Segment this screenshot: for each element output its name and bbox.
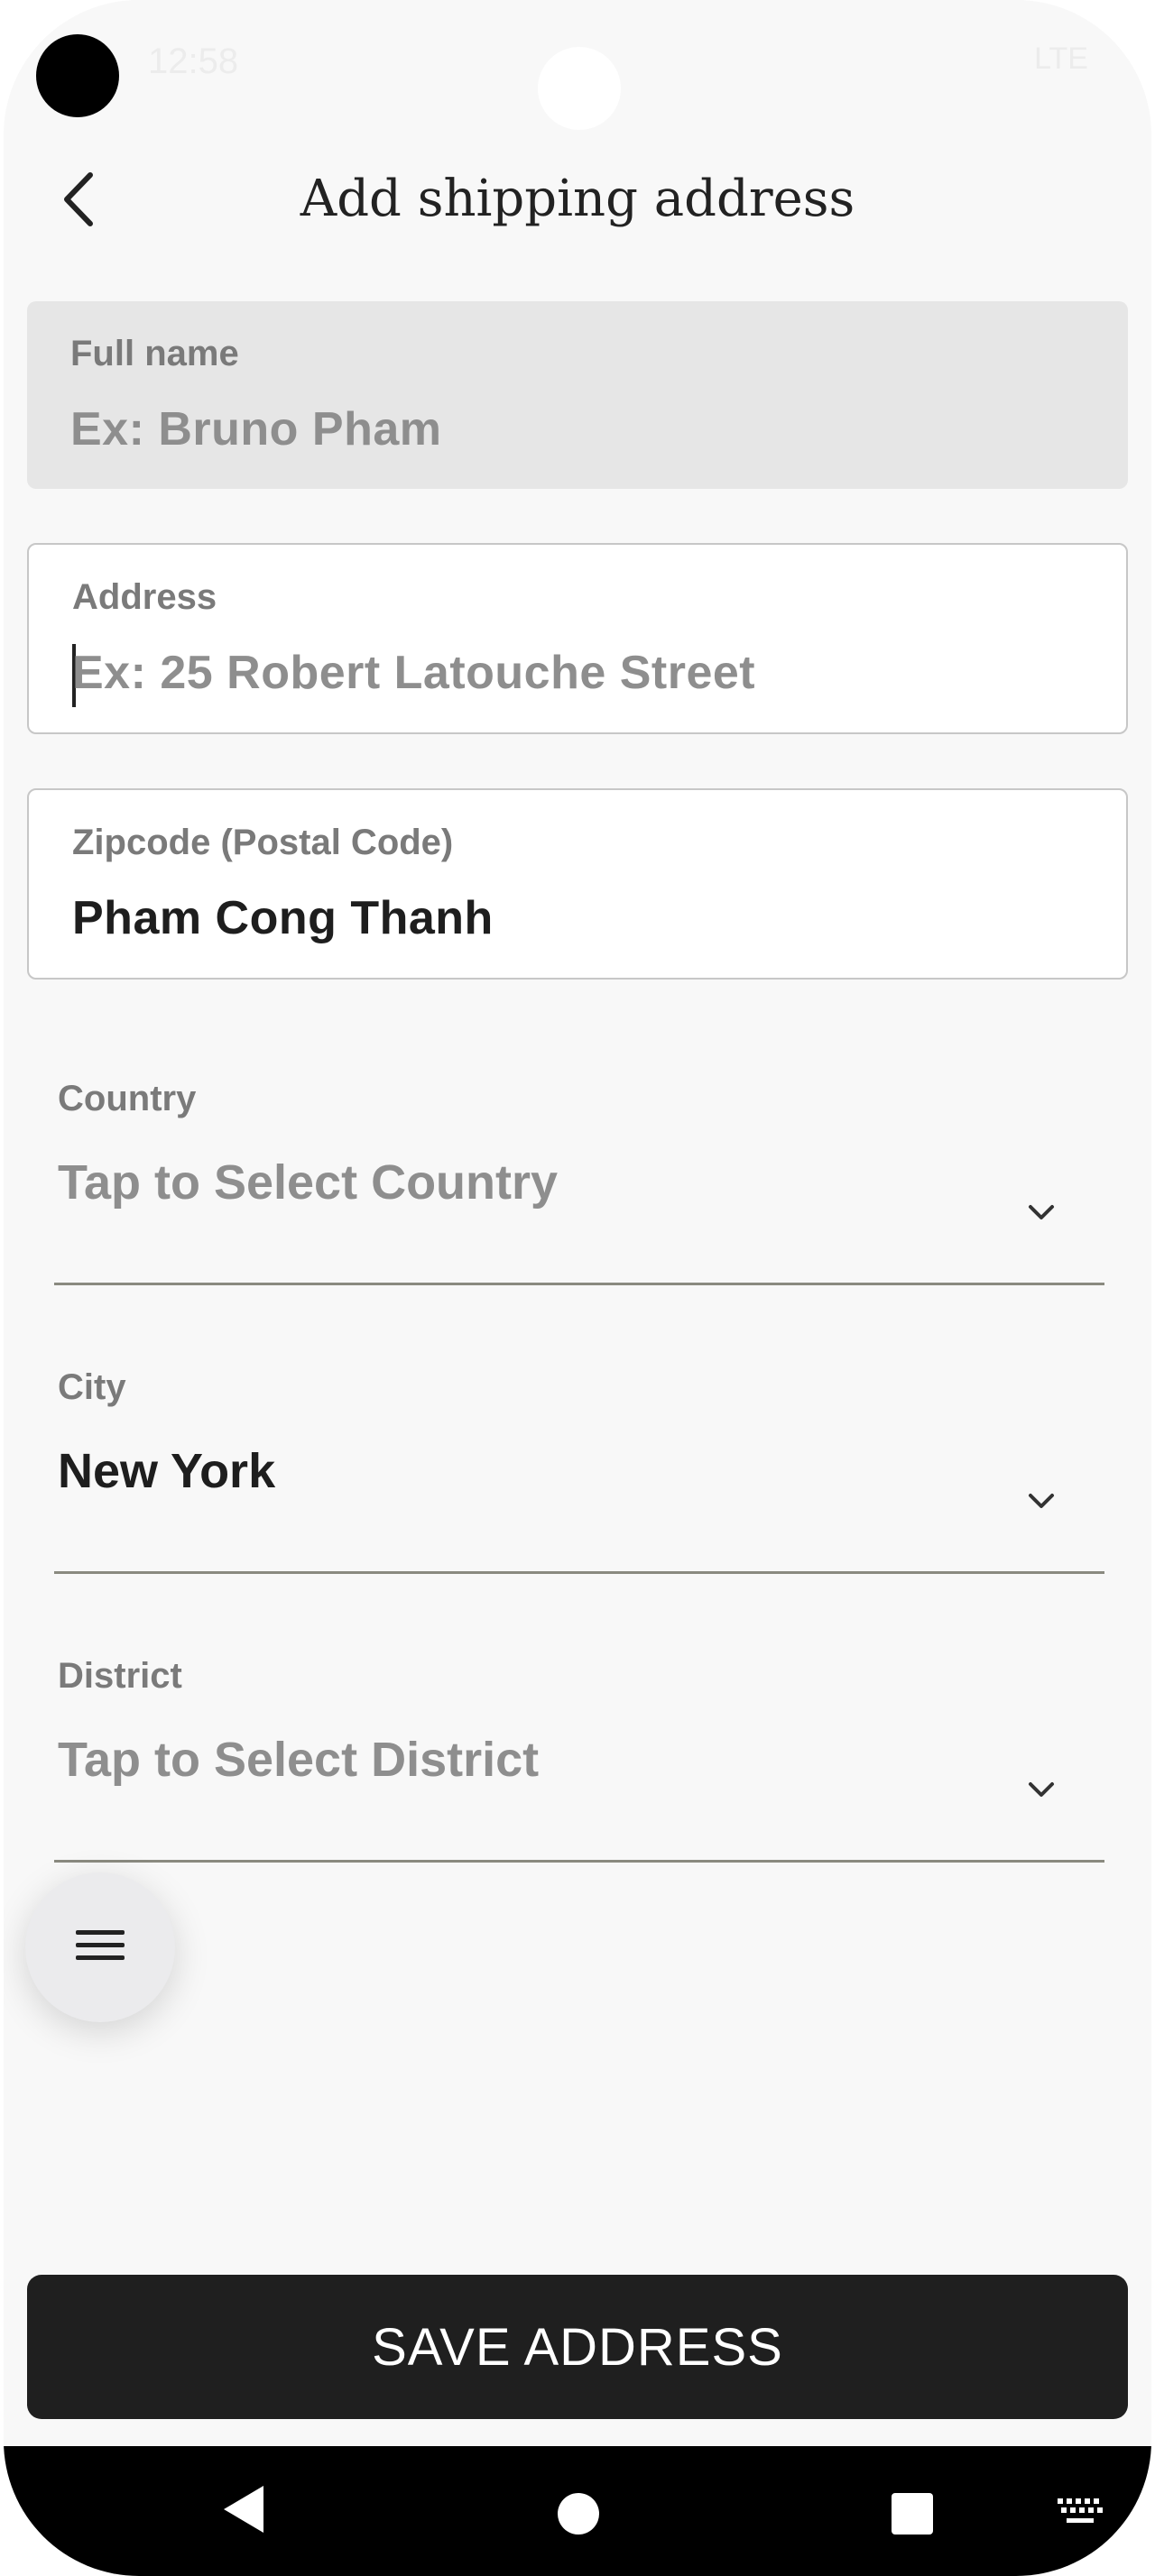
address-field[interactable]: Address Ex: 25 Robert Latouche Street: [27, 543, 1128, 734]
network-indicator: LTE: [1034, 41, 1088, 76]
divider: [54, 1283, 1104, 1285]
district-select[interactable]: District Tap to Select District: [54, 1656, 1104, 1872]
nav-recents-icon[interactable]: [892, 2493, 933, 2535]
full-name-label: Full name: [70, 334, 239, 373]
country-placeholder: Tap to Select Country: [58, 1155, 559, 1210]
status-time: 12:58: [148, 41, 239, 81]
chevron-down-icon: [1029, 1494, 1054, 1508]
city-select[interactable]: City New York: [54, 1367, 1104, 1584]
full-name-placeholder: Ex: Bruno Pham: [70, 403, 442, 455]
divider: [54, 1571, 1104, 1574]
zipcode-value: Pham Cong Thanh: [72, 892, 494, 944]
phone-screen: 12:58 LTE Add shipping address Full name…: [4, 0, 1151, 2576]
save-address-button[interactable]: SAVE ADDRESS: [27, 2275, 1128, 2419]
menu-fab-button[interactable]: [25, 1872, 175, 2022]
camera-cutout: [36, 34, 119, 117]
country-select[interactable]: Country Tap to Select Country: [54, 1079, 1104, 1295]
country-label: Country: [58, 1079, 197, 1118]
district-placeholder: Tap to Select District: [58, 1733, 540, 1787]
city-label: City: [58, 1367, 126, 1407]
address-label: Address: [72, 577, 217, 617]
page-title: Add shipping address: [300, 170, 855, 228]
city-value: New York: [58, 1444, 276, 1498]
system-nav-bar: [4, 2446, 1151, 2576]
chevron-down-icon: [1029, 1782, 1054, 1797]
zipcode-field[interactable]: Zipcode (Postal Code) Pham Cong Thanh: [27, 788, 1128, 980]
app-header: Add shipping address: [4, 144, 1151, 253]
full-name-field[interactable]: Full name Ex: Bruno Pham: [27, 301, 1128, 489]
address-placeholder: Ex: 25 Robert Latouche Street: [72, 647, 756, 699]
nav-home-icon[interactable]: [558, 2493, 599, 2535]
nav-back-icon[interactable]: [220, 2484, 265, 2535]
chevron-down-icon: [1029, 1205, 1054, 1219]
touch-indicator: [538, 47, 621, 130]
zipcode-label: Zipcode (Postal Code): [72, 823, 454, 862]
keyboard-icon[interactable]: [1056, 2497, 1106, 2527]
district-label: District: [58, 1656, 182, 1696]
divider: [54, 1860, 1104, 1863]
